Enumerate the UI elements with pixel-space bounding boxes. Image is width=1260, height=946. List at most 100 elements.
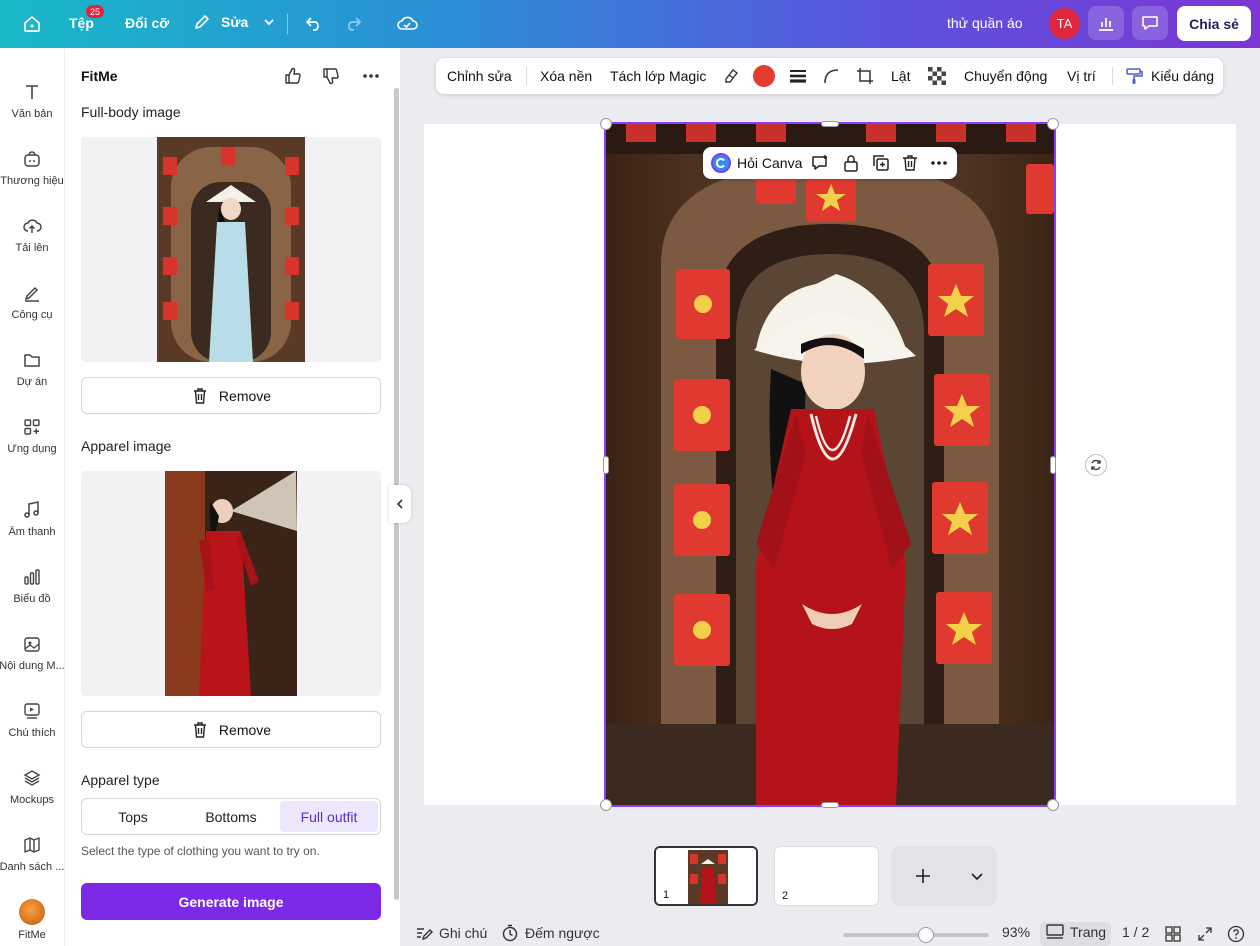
eraser-icon xyxy=(725,69,738,83)
rotate-button[interactable] xyxy=(1085,454,1107,476)
rail-item-projects[interactable]: Dự án xyxy=(0,350,64,388)
chevron-down-icon xyxy=(971,873,983,881)
rail-item-magic-media[interactable]: Nội dung M... xyxy=(0,634,65,672)
apparel-option-bottoms[interactable]: Bottoms xyxy=(182,801,280,832)
rail-item-tools[interactable]: Công cụ xyxy=(0,283,64,321)
corner-rounding-button[interactable] xyxy=(822,58,840,94)
resize-handle-left[interactable] xyxy=(603,456,609,474)
animate-button[interactable]: Chuyển động xyxy=(964,58,1047,94)
share-button[interactable]: Chia sẻ xyxy=(1177,6,1251,41)
resize-label: Đổi cỡ xyxy=(125,15,170,31)
rail-label: FitMe xyxy=(18,929,46,941)
full-body-image xyxy=(81,137,381,362)
add-page-options-button[interactable] xyxy=(969,868,985,889)
remove-background-button[interactable]: Xóa nền xyxy=(540,58,592,94)
thumbs-down-button[interactable] xyxy=(321,66,341,86)
duplicate-button[interactable] xyxy=(871,153,891,176)
rail-item-uploads[interactable]: Tải lên xyxy=(0,216,64,254)
resize-handle-top-left[interactable] xyxy=(600,118,612,130)
canva-logo-icon xyxy=(711,153,731,173)
magic-layers-button[interactable]: Tách lớp Magic xyxy=(610,58,706,94)
rail-label: Chú thích xyxy=(8,727,56,739)
flip-button[interactable]: Lật xyxy=(891,58,910,94)
apparel-option-full-outfit[interactable]: Full outfit xyxy=(280,801,378,832)
color-swatch xyxy=(753,65,775,87)
rail-item-charts[interactable]: Biểu đồ xyxy=(0,567,64,605)
redo-icon xyxy=(348,17,362,31)
rail-item-audio[interactable]: Âm thanh xyxy=(0,500,64,538)
resize-handle-bottom[interactable] xyxy=(821,802,839,808)
remove-apparel-button[interactable]: Remove xyxy=(81,711,381,748)
delete-button[interactable] xyxy=(900,153,920,176)
eraser-button[interactable] xyxy=(722,58,740,94)
resize-handle-bottom-left[interactable] xyxy=(600,799,612,811)
paint-roller-icon xyxy=(1126,68,1143,84)
style-button[interactable]: Kiểu dáng xyxy=(1125,58,1214,94)
add-comment-button[interactable] xyxy=(810,153,830,176)
crop-button[interactable] xyxy=(856,58,874,94)
plus-icon xyxy=(916,869,930,883)
rail-item-lists[interactable]: Danh sách ... xyxy=(0,835,64,873)
user-avatar[interactable]: TA xyxy=(1049,8,1080,39)
trash-icon xyxy=(193,721,206,738)
lock-button[interactable] xyxy=(841,153,861,176)
cloud-check-icon xyxy=(397,16,418,30)
resize-handle-top-right[interactable] xyxy=(1047,118,1059,130)
zoom-slider-knob[interactable] xyxy=(918,927,935,943)
position-button[interactable]: Vị trí xyxy=(1067,58,1096,94)
music-icon xyxy=(24,501,39,518)
grid-view-button[interactable] xyxy=(1165,926,1181,942)
notification-badge: 25 xyxy=(86,5,104,18)
duplicate-icon xyxy=(873,155,889,171)
more-actions-button[interactable] xyxy=(929,153,949,176)
help-button[interactable] xyxy=(1227,925,1245,943)
rail-item-captions[interactable]: Chú thích xyxy=(0,701,64,739)
home-button[interactable] xyxy=(22,14,42,34)
remove-full-body-button[interactable]: Remove xyxy=(81,377,381,414)
rail-label: Danh sách ... xyxy=(0,861,65,873)
resize-button[interactable]: Đổi cỡ xyxy=(125,15,169,31)
collapse-panel-button[interactable] xyxy=(389,485,411,523)
notes-icon xyxy=(417,928,433,941)
timer-icon xyxy=(502,924,518,942)
edit-menu[interactable]: Sửa xyxy=(193,13,276,31)
comments-button[interactable] xyxy=(1132,6,1168,40)
ask-canva-button[interactable]: Hỏi Canva xyxy=(711,153,802,173)
notes-button[interactable]: Ghi chú xyxy=(415,924,487,942)
page-thumbnail-2[interactable]: 2 xyxy=(774,846,879,906)
rail-item-brand[interactable]: Thương hiệu xyxy=(0,149,64,187)
selected-photo[interactable] xyxy=(604,122,1056,807)
mockups-icon xyxy=(23,770,41,786)
color-picker-button[interactable] xyxy=(753,58,775,94)
timer-button[interactable]: Đếm ngược xyxy=(501,924,600,942)
rail-item-fitme[interactable]: FitMe xyxy=(0,899,64,941)
resize-handle-top[interactable] xyxy=(821,121,839,127)
page-thumbnail-1[interactable]: 1 xyxy=(654,846,758,906)
apparel-photo xyxy=(165,471,297,696)
pages-view-toggle[interactable]: Trang xyxy=(1040,922,1111,946)
zoom-slider-track[interactable] xyxy=(843,933,989,937)
rail-item-mockups[interactable]: Mockups xyxy=(0,768,64,806)
resize-handle-bottom-right[interactable] xyxy=(1047,799,1059,811)
apparel-option-tops[interactable]: Tops xyxy=(84,801,182,832)
transparency-button[interactable] xyxy=(927,58,947,94)
border-style-button[interactable] xyxy=(789,58,807,94)
redo-button[interactable] xyxy=(343,13,363,33)
fullscreen-button[interactable] xyxy=(1197,926,1213,942)
undo-button[interactable] xyxy=(304,13,324,33)
generate-image-button[interactable]: Generate image xyxy=(81,883,381,920)
edit-image-button[interactable]: Chỉnh sửa xyxy=(447,58,512,94)
more-options-button[interactable] xyxy=(361,66,381,86)
rail-item-text[interactable]: Văn bản xyxy=(0,82,64,120)
resize-handle-right[interactable] xyxy=(1050,456,1056,474)
undo-icon xyxy=(305,17,319,31)
file-menu[interactable]: Tệp 25 xyxy=(69,5,104,31)
add-page-button[interactable] xyxy=(913,866,933,891)
rail-item-apps[interactable]: Ứng dụng xyxy=(0,417,64,455)
zoom-level[interactable]: 93% xyxy=(1002,924,1030,940)
document-title[interactable]: thử quần áo xyxy=(947,15,1023,31)
insights-button[interactable] xyxy=(1088,6,1124,40)
thumbs-up-button[interactable] xyxy=(283,66,303,86)
save-status-button[interactable] xyxy=(396,13,418,33)
apps-icon xyxy=(24,419,40,435)
